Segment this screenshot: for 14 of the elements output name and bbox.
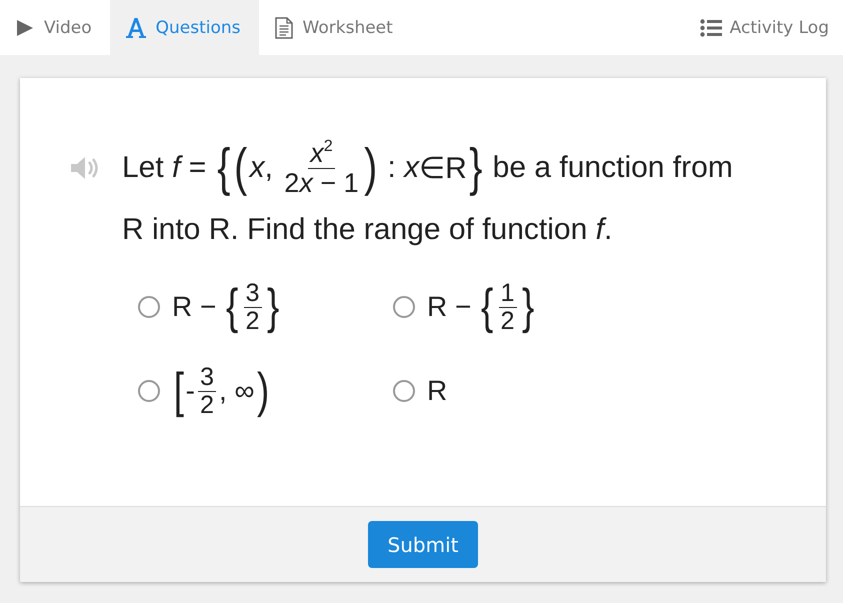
tab[interactable]: Worksheet [258, 0, 411, 55]
radio-button[interactable] [138, 380, 160, 402]
radio-button[interactable] [393, 296, 415, 318]
radio-button[interactable] [393, 380, 415, 402]
radio-button[interactable] [138, 296, 160, 318]
list-icon[interactable] [700, 18, 722, 36]
font-icon [126, 16, 146, 38]
document-icon [274, 16, 293, 38]
submit-button[interactable]: Submit [368, 521, 478, 568]
tab[interactable]: Questions [110, 0, 259, 55]
play-icon [16, 18, 34, 36]
activity-log-link[interactable]: Activity Log [730, 18, 829, 38]
answer-option: R [427, 375, 448, 407]
tab[interactable]: Video [0, 0, 110, 55]
